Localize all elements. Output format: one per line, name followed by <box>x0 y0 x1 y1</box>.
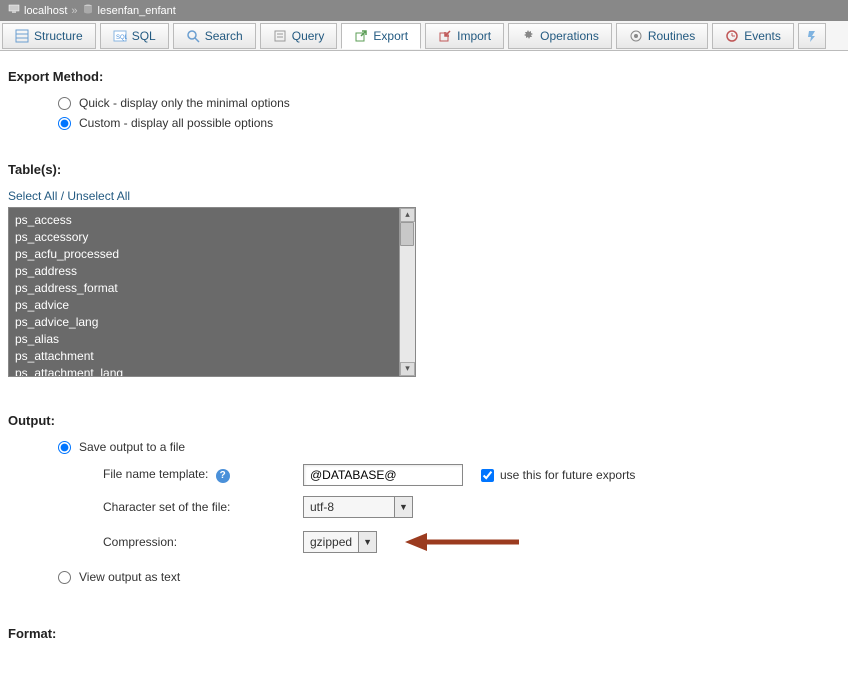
compression-label: Compression: <box>103 535 303 549</box>
svg-text:SQL: SQL <box>116 35 127 41</box>
tab-routines-label: Routines <box>648 29 695 43</box>
select-all-link[interactable]: Select All / Unselect All <box>8 189 130 203</box>
list-item[interactable]: ps_attachment_lang <box>15 365 393 376</box>
list-item[interactable]: ps_advice <box>15 297 393 314</box>
events-icon <box>725 29 739 43</box>
list-item[interactable]: ps_attachment <box>15 348 393 365</box>
custom-label: Custom - display all possible options <box>79 116 273 130</box>
tab-search-label: Search <box>205 29 243 43</box>
list-item[interactable]: ps_alias <box>15 331 393 348</box>
import-icon <box>438 29 452 43</box>
use-future-checkbox[interactable] <box>481 469 494 482</box>
breadcrumb-db[interactable]: lesenfan_enfant <box>98 5 176 17</box>
compression-select[interactable]: gzipped ▼ <box>303 531 377 553</box>
list-item[interactable]: ps_address <box>15 263 393 280</box>
export-icon <box>354 29 368 43</box>
main-content: Export Method: Quick - display only the … <box>0 51 848 663</box>
tab-operations-label: Operations <box>540 29 599 43</box>
save-file-label: Save output to a file <box>79 440 185 454</box>
chevron-down-icon: ▼ <box>394 497 412 517</box>
tables-listbox[interactable]: ps_access ps_accessory ps_acfu_processed… <box>8 207 416 377</box>
tab-query[interactable]: Query <box>260 23 338 49</box>
view-text-label: View output as text <box>79 570 180 584</box>
list-item[interactable]: ps_access <box>15 212 393 229</box>
tab-structure[interactable]: Structure <box>2 23 96 49</box>
tab-export-label: Export <box>373 29 408 43</box>
sql-icon: SQL <box>113 29 127 43</box>
tab-operations[interactable]: Operations <box>508 23 612 49</box>
output-title: Output: <box>8 413 840 428</box>
format-title: Format: <box>8 626 840 641</box>
tab-sql-label: SQL <box>132 29 156 43</box>
tab-query-label: Query <box>292 29 325 43</box>
tab-search[interactable]: Search <box>173 23 256 49</box>
tables-list-content[interactable]: ps_access ps_accessory ps_acfu_processed… <box>9 208 399 376</box>
list-item[interactable]: ps_address_format <box>15 280 393 297</box>
help-icon[interactable]: ? <box>216 469 230 483</box>
tab-bar: Structure SQL SQL Search Query Export Im… <box>0 21 848 51</box>
tab-sql[interactable]: SQL SQL <box>100 23 169 49</box>
tab-import-label: Import <box>457 29 491 43</box>
export-method-title: Export Method: <box>8 69 840 84</box>
compression-value: gzipped <box>304 535 358 549</box>
radio-quick[interactable] <box>58 97 71 110</box>
tab-export[interactable]: Export <box>341 23 421 49</box>
breadcrumb-sep: » <box>71 5 77 17</box>
routines-icon <box>629 29 643 43</box>
breadcrumb: localhost » lesenfan_enfant <box>0 0 848 21</box>
tab-events-label: Events <box>744 29 781 43</box>
list-item[interactable]: ps_accessory <box>15 229 393 246</box>
triggers-icon <box>805 29 819 43</box>
use-future-label: use this for future exports <box>500 468 635 482</box>
search-icon <box>186 29 200 43</box>
operations-icon <box>521 29 535 43</box>
tab-structure-label: Structure <box>34 29 83 43</box>
file-template-label: File name template: <box>103 467 208 481</box>
tab-events[interactable]: Events <box>712 23 794 49</box>
radio-view-text[interactable] <box>58 571 71 584</box>
query-icon <box>273 29 287 43</box>
listbox-scrollbar[interactable]: ▴ ▾ <box>399 208 415 376</box>
tab-import[interactable]: Import <box>425 23 504 49</box>
charset-value: utf-8 <box>304 500 394 514</box>
quick-label: Quick - display only the minimal options <box>79 96 290 110</box>
charset-label: Character set of the file: <box>103 500 303 514</box>
tab-routines[interactable]: Routines <box>616 23 708 49</box>
tab-overflow[interactable] <box>798 23 826 49</box>
file-template-input[interactable] <box>303 464 463 486</box>
breadcrumb-server[interactable]: localhost <box>24 5 67 17</box>
radio-save-file[interactable] <box>58 441 71 454</box>
structure-icon <box>15 29 29 43</box>
scroll-up-button[interactable]: ▴ <box>400 208 415 222</box>
radio-custom[interactable] <box>58 117 71 130</box>
tables-title: Table(s): <box>8 162 840 177</box>
database-icon <box>82 3 94 18</box>
list-item[interactable]: ps_acfu_processed <box>15 246 393 263</box>
list-item[interactable]: ps_advice_lang <box>15 314 393 331</box>
scroll-thumb[interactable] <box>400 222 414 246</box>
chevron-down-icon: ▼ <box>358 532 376 552</box>
annotation-arrow <box>401 528 521 556</box>
scroll-down-button[interactable]: ▾ <box>400 362 415 376</box>
server-icon <box>8 3 20 18</box>
charset-select[interactable]: utf-8 ▼ <box>303 496 413 518</box>
